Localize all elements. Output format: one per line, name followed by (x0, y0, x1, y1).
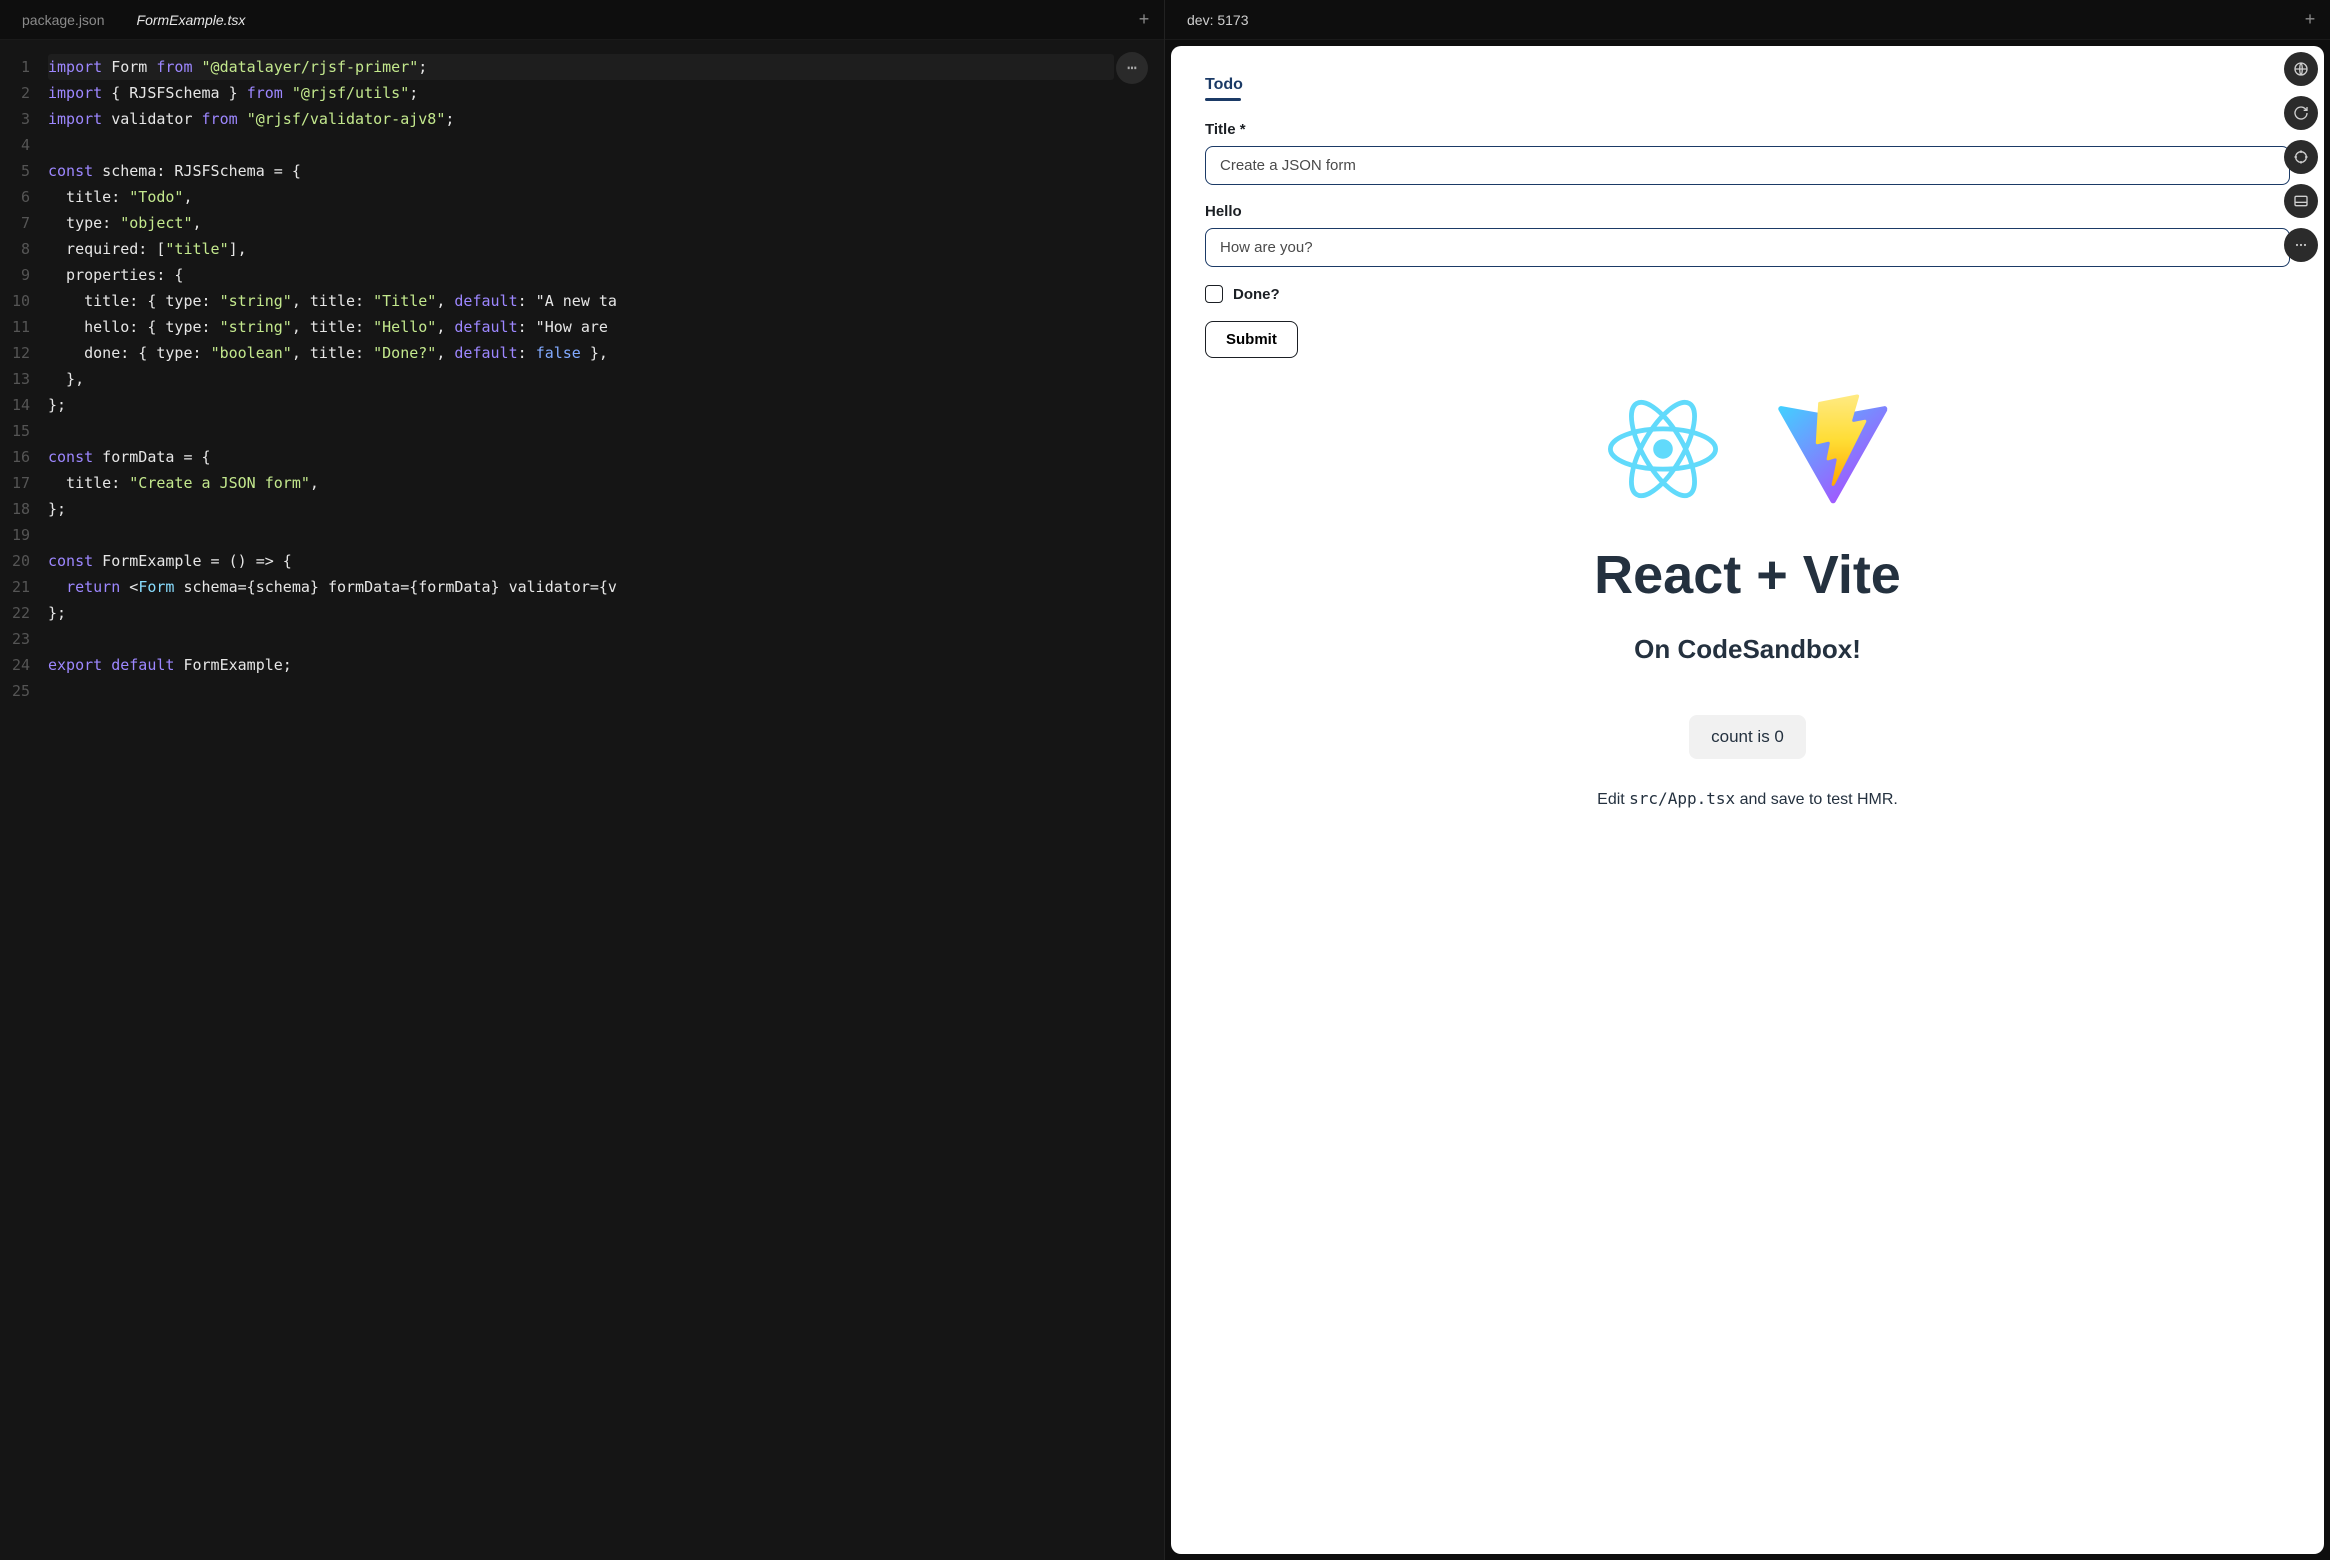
code-line[interactable]: import Form from "@datalayer/rjsf-primer… (48, 54, 1114, 80)
code-line[interactable]: title: "Todo", (48, 184, 1164, 210)
code-line[interactable]: done: { type: "boolean", title: "Done?",… (48, 340, 1164, 366)
code-line[interactable]: properties: { (48, 262, 1164, 288)
globe-icon[interactable] (2284, 52, 2318, 86)
code-line[interactable]: title: "Create a JSON form", (48, 470, 1164, 496)
panel-icon[interactable] (2284, 184, 2318, 218)
code-line[interactable]: const schema: RJSFSchema = { (48, 158, 1164, 184)
add-preview-tab-button[interactable]: + (2296, 6, 2324, 34)
preview-tabbar: dev: 5173 + (1165, 0, 2330, 40)
code-line[interactable] (48, 678, 1164, 704)
legend-underline (1205, 98, 1241, 101)
editor-pane: package.json FormExample.tsx + 123456789… (0, 0, 1165, 1560)
subhead: On CodeSandbox! (1205, 634, 2290, 665)
code-line[interactable]: const FormExample = () => { (48, 548, 1164, 574)
code-line[interactable]: hello: { type: "string", title: "Hello",… (48, 314, 1164, 340)
headline: React + Vite (1205, 544, 2290, 606)
hello-input[interactable] (1205, 228, 2290, 267)
code-editor[interactable]: 1234567891011121314151617181920212223242… (0, 40, 1164, 1560)
code-line[interactable] (48, 132, 1164, 158)
logos-row (1205, 394, 2290, 504)
code-line[interactable]: type: "object", (48, 210, 1164, 236)
preview-frame: Todo Title * Hello Done? Submit (1171, 46, 2324, 1554)
code-line[interactable]: }, (48, 366, 1164, 392)
field-title: Title * (1205, 121, 2290, 185)
count-button[interactable]: count is 0 (1689, 715, 1806, 759)
preview-toolbar (2284, 52, 2318, 262)
form-legend: Todo (1205, 76, 2290, 94)
code-line[interactable] (48, 522, 1164, 548)
vite-logo-icon (1778, 394, 1888, 504)
count-prefix: count is (1711, 727, 1774, 746)
code-line[interactable]: export default FormExample; (48, 652, 1164, 678)
code-line[interactable]: return <Form schema={schema} formData={f… (48, 574, 1164, 600)
hmr-prefix: Edit (1597, 791, 1629, 808)
code-line[interactable]: title: { type: "string", title: "Title",… (48, 288, 1164, 314)
editor-more-button[interactable]: ⋯ (1116, 52, 1148, 84)
hmr-code: src/App.tsx (1629, 789, 1735, 808)
done-checkbox[interactable] (1205, 285, 1223, 303)
preview-pane: dev: 5173 + Todo Title * Hello Done? Sub… (1165, 0, 2330, 1560)
code-line[interactable] (48, 626, 1164, 652)
done-label: Done? (1233, 286, 1280, 303)
tab-package-json[interactable]: package.json (6, 0, 121, 39)
code-line[interactable]: }; (48, 600, 1164, 626)
title-input[interactable] (1205, 146, 2290, 185)
add-tab-button[interactable]: + (1130, 6, 1158, 34)
submit-button[interactable]: Submit (1205, 321, 1298, 358)
editor-tabbar: package.json FormExample.tsx + (0, 0, 1164, 40)
field-done: Done? (1205, 285, 2290, 303)
line-gutter: 1234567891011121314151617181920212223242… (0, 40, 40, 1560)
more-icon[interactable] (2284, 228, 2318, 262)
code-line[interactable] (48, 418, 1164, 444)
code-line[interactable]: required: ["title"], (48, 236, 1164, 262)
code-line[interactable]: }; (48, 496, 1164, 522)
code-line[interactable]: const formData = { (48, 444, 1164, 470)
crosshair-icon[interactable] (2284, 140, 2318, 174)
hello-label: Hello (1205, 203, 2290, 220)
react-logo-icon (1608, 394, 1718, 504)
code-area[interactable]: import Form from "@datalayer/rjsf-primer… (40, 40, 1164, 1560)
tab-dev-server[interactable]: dev: 5173 (1171, 0, 1265, 39)
tab-form-example[interactable]: FormExample.tsx (121, 0, 262, 39)
title-label: Title * (1205, 121, 2290, 138)
refresh-icon[interactable] (2284, 96, 2318, 130)
code-line[interactable]: }; (48, 392, 1164, 418)
code-line[interactable]: import validator from "@rjsf/validator-a… (48, 106, 1164, 132)
hmr-hint: Edit src/App.tsx and save to test HMR. (1205, 789, 2290, 809)
code-line[interactable]: import { RJSFSchema } from "@rjsf/utils"… (48, 80, 1164, 106)
count-value: 0 (1774, 727, 1783, 746)
field-hello: Hello (1205, 203, 2290, 267)
hmr-suffix: and save to test HMR. (1735, 791, 1898, 808)
